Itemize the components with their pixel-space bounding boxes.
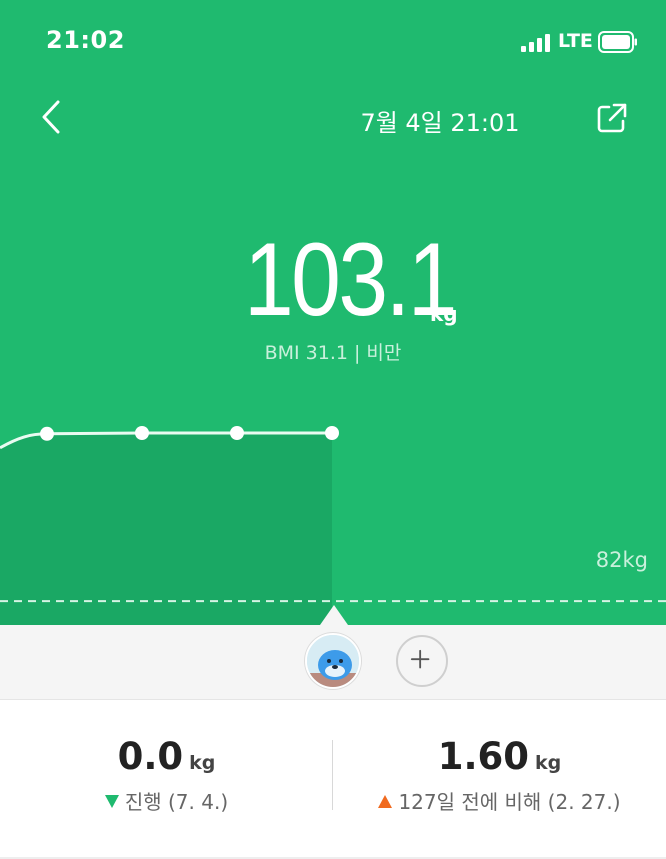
add-user-button[interactable] <box>396 635 448 687</box>
back-button[interactable] <box>34 96 74 140</box>
plus-icon <box>410 649 430 669</box>
weight-value: 103.1 <box>244 222 458 338</box>
status-time: 21:02 <box>46 26 125 54</box>
stats-panel: 0.0 kg 진행 (7. 4.) 1.60 kg 127일 전에 비해 (2. 2… <box>0 700 666 859</box>
chart-selected-area <box>0 433 332 625</box>
battery-icon <box>598 31 637 53</box>
weight-display: 103.1 kg <box>0 225 666 335</box>
weight-trend-chart[interactable] <box>0 380 666 625</box>
chart-point[interactable] <box>40 426 54 441</box>
share-external-icon <box>597 103 627 133</box>
goal-weight-label: 82kg <box>595 548 648 572</box>
measurement-datetime: 7월 4일 21:01 <box>360 109 520 137</box>
weight-hero: 21:02 LTE 7월 4일 21:01 103.1 kg BMI 31.1 … <box>0 0 666 625</box>
progress-unit: kg <box>189 752 216 774</box>
comparison-value: 1.60 <box>437 735 530 778</box>
comparison-caption: 127일 전에 비해 (2. 27.) <box>398 790 621 814</box>
comparison-unit: kg <box>535 752 562 774</box>
selection-pointer <box>320 605 348 625</box>
share-button[interactable] <box>592 98 632 138</box>
chevron-left-icon <box>42 100 60 134</box>
triangle-up-icon <box>378 795 393 808</box>
comparison-stat: 1.60 kg 127일 전에 비해 (2. 27.) <box>333 700 666 859</box>
triangle-down-icon <box>104 795 119 808</box>
progress-value: 0.0 <box>117 735 184 778</box>
signal-icon <box>521 32 551 52</box>
progress-stat: 0.0 kg 진행 (7. 4.) <box>0 700 333 859</box>
weight-unit: kg <box>430 302 458 326</box>
progress-caption: 진행 (7. 4.) <box>124 790 229 814</box>
user-avatar[interactable] <box>305 633 361 689</box>
network-type: LTE <box>558 30 593 52</box>
chart-point[interactable] <box>325 426 339 440</box>
chart-point[interactable] <box>230 426 244 440</box>
chart-point[interactable] <box>135 426 149 440</box>
status-bar: 21:02 LTE <box>0 0 666 84</box>
bmi-summary: BMI 31.1 | 비만 <box>264 342 402 364</box>
